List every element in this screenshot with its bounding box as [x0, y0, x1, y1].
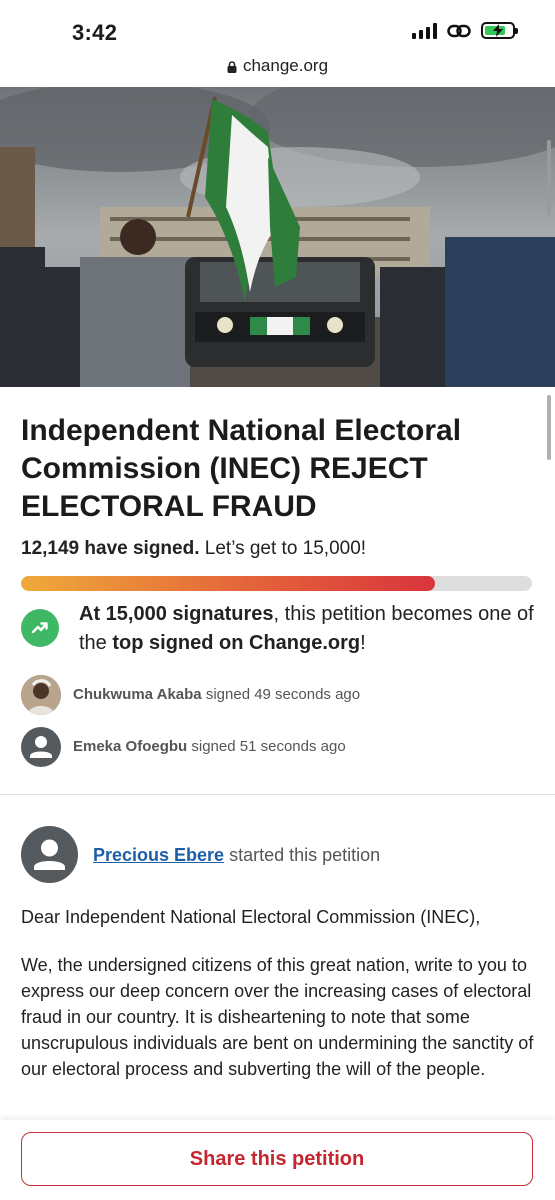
signature-count: 12,149 have signed. Let’s get to 15,000!	[21, 538, 366, 560]
person-icon	[21, 826, 78, 883]
letter-salutation: Dear Independent National Electoral Comm…	[21, 907, 481, 927]
signer-name: Chukwuma Akaba	[73, 686, 202, 703]
signer-action: signed 51 seconds ago	[191, 738, 346, 755]
scrollbar-thumb-secondary	[547, 395, 551, 460]
battery-charging-icon	[481, 22, 518, 39]
progress-fill	[21, 576, 435, 591]
signer-action: signed 49 seconds ago	[205, 686, 361, 703]
avatar	[21, 675, 61, 715]
starter-action: started this petition	[229, 845, 381, 865]
status-bar: 3:42	[0, 0, 555, 56]
milestone-notice: At 15,000 signatures, this petition beco…	[21, 600, 541, 660]
milestone-text: At 15,000 signatures, this petition beco…	[79, 603, 534, 654]
status-icons	[412, 22, 518, 39]
url-text: change.org	[242, 56, 329, 75]
letter-body: We, the undersigned citizens of this gre…	[21, 955, 534, 1079]
petition-title: Independent National Electoral Commissio…	[21, 414, 462, 523]
petition-starter: Precious Ebere started this petition	[21, 826, 541, 884]
url-bar[interactable]: change.org	[0, 56, 555, 86]
signed-count: 12,149 have signed.	[21, 538, 200, 559]
link-icon	[447, 24, 471, 37]
section-divider	[0, 794, 555, 795]
petition-letter: Dear Independent National Electoral Comm…	[21, 904, 536, 1104]
recent-signer-row: Chukwuma Akaba signed 49 seconds ago	[21, 675, 541, 715]
person-icon	[21, 727, 61, 767]
trending-up-icon	[21, 609, 59, 647]
signer-meta: Chukwuma Akaba signed 49 seconds ago	[73, 686, 360, 703]
lock-icon	[227, 60, 237, 73]
status-time: 3:42	[72, 20, 118, 45]
signer-meta: Emeka Ofoegbu signed 51 seconds ago	[73, 738, 346, 755]
signature-progress-bar	[21, 576, 532, 591]
starter-meta: Precious Ebere started this petition	[93, 845, 380, 866]
starter-name-link[interactable]: Precious Ebere	[93, 845, 224, 865]
share-petition-button[interactable]: Share this petition	[21, 1132, 533, 1186]
sticky-share-bar: Share this petition	[0, 1120, 555, 1200]
recent-signer-row: Emeka Ofoegbu signed 51 seconds ago	[21, 727, 541, 767]
scrollbar-thumb[interactable]	[547, 140, 551, 215]
signer-name: Emeka Ofoegbu	[73, 738, 188, 755]
signature-goal: Let’s get to 15,000!	[204, 538, 367, 559]
petition-hero-image	[0, 87, 555, 387]
cellular-signal-icon	[412, 22, 437, 39]
